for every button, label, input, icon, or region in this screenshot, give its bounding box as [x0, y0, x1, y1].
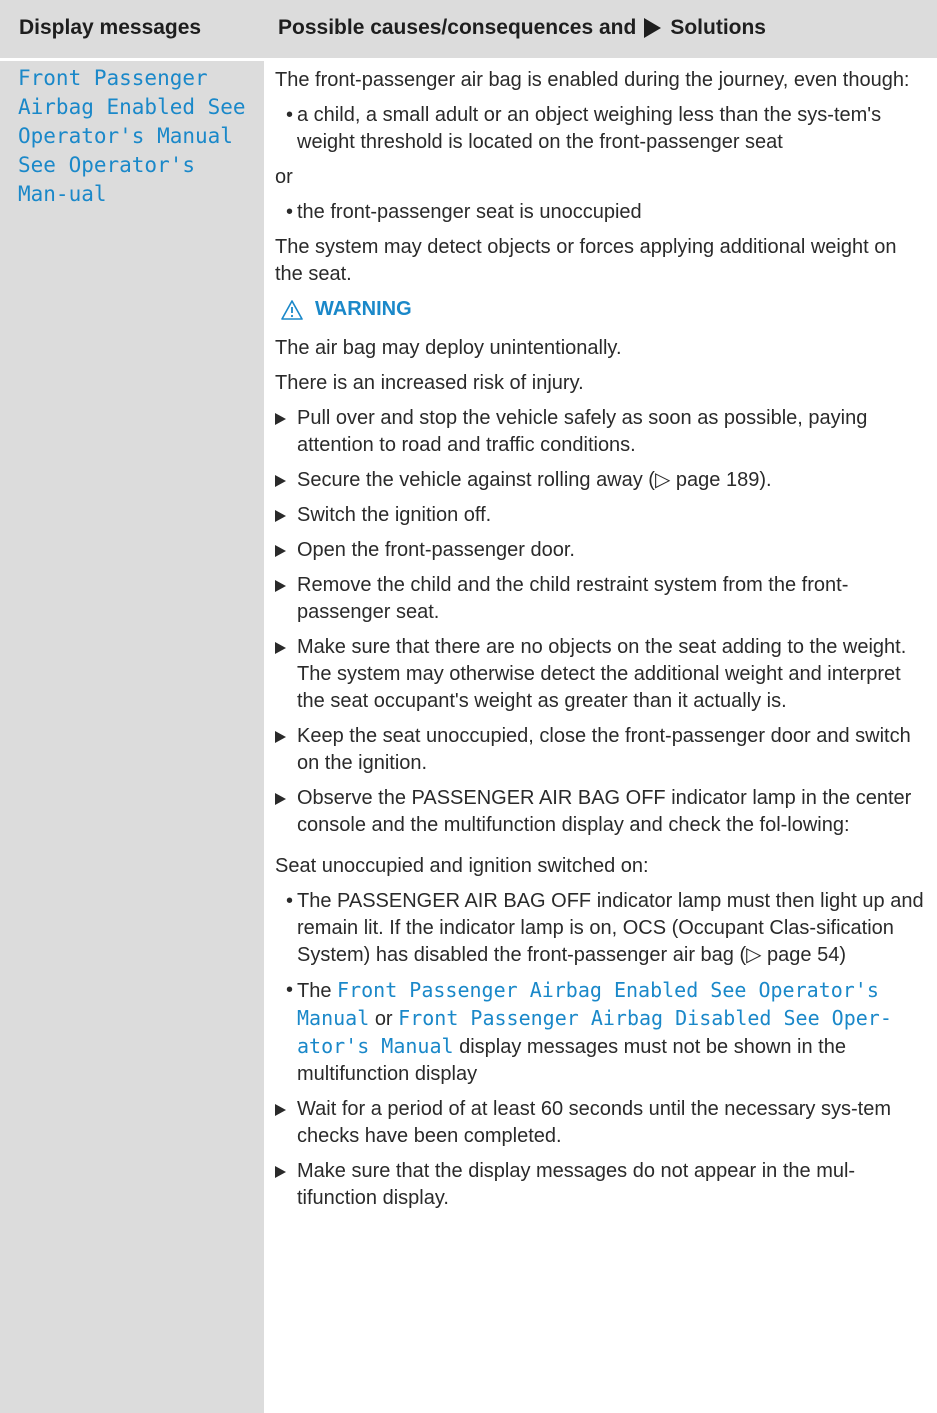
step-arrow-icon: [275, 1104, 286, 1116]
cause-bullet: the front-passenger seat is unoccupied: [275, 199, 927, 226]
solution-step: Switch the ignition off.: [275, 502, 927, 529]
solution-step: Wait for a period of at least 60 seconds…: [275, 1096, 927, 1150]
solution-arrow-icon: [644, 18, 662, 38]
step-arrow-icon: [275, 1166, 286, 1178]
solution-step: Make sure that there are no objects on t…: [275, 634, 927, 715]
solution-step: Keep the seat unoccupied, close the fron…: [275, 723, 927, 777]
warning-heading: WARNING: [281, 296, 927, 323]
header-solutions-label: Solutions: [670, 16, 766, 39]
solution-step: Pull over and stop the vehicle safely as…: [275, 405, 927, 459]
warning-line: There is an increased risk of injury.: [275, 372, 584, 394]
msg-prefix: The: [297, 980, 332, 1002]
check-bullet: The PASSENGER AIR BAG OFF indicator lamp…: [275, 888, 927, 969]
header-causes-solutions: Possible causes/consequences and Solutio…: [278, 16, 766, 40]
step-text: Wait for a period of at least 60 seconds…: [297, 1098, 891, 1147]
intro-text: The front-passenger air bag is enabled d…: [275, 69, 910, 91]
column-divider: [264, 0, 267, 1413]
display-messages-column: [0, 0, 264, 1413]
step-arrow-icon: [275, 413, 286, 425]
step-arrow-icon: [275, 510, 286, 522]
header-display-messages: Display messages: [19, 16, 202, 39]
step-text: Make sure that the display messages do n…: [297, 1160, 856, 1209]
warning-line: The air bag may deploy unintentionally.: [275, 337, 622, 359]
header-causes-label: Possible causes/consequences and: [278, 16, 637, 39]
step-arrow-icon: [275, 731, 286, 743]
step-text: Keep the seat unoccupied, close the fron…: [297, 725, 911, 774]
warning-label: WARNING: [315, 298, 412, 320]
step-text: Pull over and stop the vehicle safely as…: [297, 407, 868, 456]
or-text: or: [275, 166, 293, 188]
solution-step: Remove the child and the child restraint…: [275, 572, 927, 626]
step-arrow-icon: [275, 545, 286, 557]
step-arrow-icon: [275, 580, 286, 592]
seat-unoccupied-text: Seat unoccupied and ignition switched on…: [275, 855, 649, 877]
header-divider: [0, 58, 937, 61]
step-note: The system may otherwise detect the addi…: [297, 663, 901, 712]
solution-step: Make sure that the display messages do n…: [275, 1158, 927, 1212]
solution-step: Open the front-passenger door.: [275, 537, 927, 564]
step-arrow-icon: [275, 642, 286, 654]
step-text: Make sure that there are no objects on t…: [297, 636, 907, 658]
display-message-text: Front Passenger Airbag Enabled See Opera…: [18, 66, 246, 206]
manual-table: Display messages Possible causes/consequ…: [0, 0, 937, 1413]
warning-triangle-icon: [281, 299, 303, 320]
solution-step: Secure the vehicle against rolling away …: [275, 467, 927, 494]
msg-or: or: [374, 1008, 393, 1030]
step-text: Open the front-passenger door.: [297, 539, 575, 561]
cause-bullet: a child, a small adult or an object weig…: [275, 102, 927, 156]
step-arrow-icon: [275, 793, 286, 805]
check-bullet: The Front Passenger Airbag Enabled See O…: [275, 977, 927, 1088]
step-text: Switch the ignition off.: [297, 504, 492, 526]
step-text: Secure the vehicle against rolling away …: [297, 469, 772, 491]
detect-text: The system may detect objects or forces …: [275, 236, 897, 285]
step-text: Remove the child and the child restraint…: [297, 574, 849, 623]
solution-step: Observe the PASSENGER AIR BAG OFF indica…: [275, 785, 927, 839]
step-text: Observe the PASSENGER AIR BAG OFF indica…: [297, 787, 912, 836]
step-arrow-icon: [275, 475, 286, 487]
causes-solutions-content: The front-passenger air bag is enabled d…: [275, 67, 927, 1220]
